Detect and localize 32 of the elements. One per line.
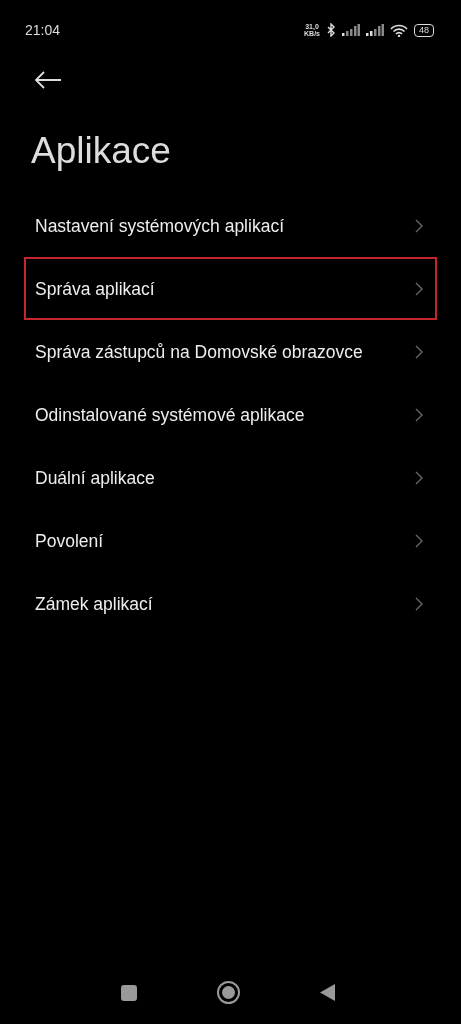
item-label: Správa zástupců na Domovské obrazovce <box>35 340 363 363</box>
settings-item[interactable]: Nastavení systémových aplikací <box>24 194 437 257</box>
chevron-icon <box>415 281 423 296</box>
back-button[interactable] <box>34 70 62 90</box>
item-label: Správa aplikací <box>35 277 155 300</box>
item-label: Povolení <box>35 529 104 552</box>
wifi-icon <box>390 23 408 37</box>
item-label: Odinstalované systémové aplikace <box>35 403 305 426</box>
signal-icon <box>342 24 360 36</box>
item-label: Nastavení systémových aplikací <box>35 214 284 237</box>
chevron-icon <box>415 407 423 422</box>
bluetooth-icon <box>326 23 336 37</box>
settings-item[interactable]: Odinstalované systémové aplikace <box>24 383 437 446</box>
home-button[interactable] <box>217 981 240 1004</box>
chevron-icon <box>415 218 423 233</box>
chevron-icon <box>415 596 423 611</box>
back-nav-button[interactable] <box>320 984 335 1001</box>
settings-item[interactable]: Povolení <box>24 509 437 572</box>
chevron-icon <box>415 344 423 359</box>
status-time: 21:04 <box>25 22 61 38</box>
item-label: Zámek aplikací <box>35 592 153 615</box>
item-label: Duální aplikace <box>35 466 155 489</box>
settings-item[interactable]: Správa aplikací <box>24 257 437 320</box>
settings-item[interactable]: Zámek aplikací <box>24 572 437 635</box>
recents-button[interactable] <box>121 984 137 1001</box>
chevron-icon <box>415 470 423 485</box>
chevron-icon <box>415 533 423 548</box>
battery-level: 48 <box>414 23 434 37</box>
signal-icon <box>366 24 384 36</box>
settings-item[interactable]: Duální aplikace <box>24 446 437 509</box>
page-title: Aplikace <box>31 129 172 173</box>
settings-item[interactable]: Správa zástupců na Domovské obrazovce <box>24 320 437 383</box>
